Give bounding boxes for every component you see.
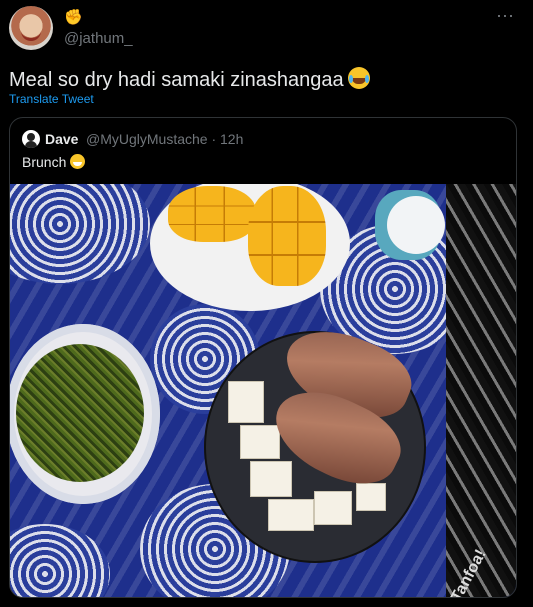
mango-half [168,186,256,242]
tweet-text-content: Meal so dry hadi samaki zinashangaa [9,69,344,91]
greens [16,344,144,482]
quoted-author-name[interactable]: Dave [45,131,78,147]
quoted-author-handle-time[interactable]: @MyUglyMustache · 12h [86,131,243,147]
tofu-piece [240,425,280,459]
quoted-tweet[interactable]: Dave @MyUglyMustache · 12h Brunch Tanfoa… [9,117,517,598]
tofu-piece [314,491,352,525]
tofu-piece [250,461,292,497]
tofu-piece [228,381,264,423]
more-options-icon[interactable]: ⋯ [496,6,515,27]
tablecloth-pattern [10,184,150,284]
tablecloth-pattern [10,524,110,597]
fish-plate [206,315,424,561]
laughing-emoji-icon [347,67,370,89]
mug [367,184,451,266]
quoted-author-avatar[interactable] [22,130,40,148]
printed-cloth: Tanfoa! [446,184,516,598]
author-handle[interactable]: @jathum_ [64,30,133,47]
mug-rim [387,196,445,254]
tweet: ✊ @jathum_ ⋯ Meal so dry hadi samaki zin… [0,0,533,607]
quoted-tweet-text-content: Brunch [22,154,67,170]
mango-half [248,186,326,286]
tweet-text: Meal so dry hadi samaki zinashangaa [9,64,370,92]
cloth-label: Tanfoa! [448,546,491,598]
tofu-piece [356,483,386,511]
tofu-piece [268,499,314,531]
author-avatar[interactable] [9,6,53,50]
grinning-emoji-icon [70,154,86,169]
quoted-tweet-text: Brunch [22,152,86,170]
fist-emoji-icon: ✊ [64,9,83,26]
tweet-photo[interactable]: Tanfoa! [10,184,516,598]
greens-plate [10,324,160,504]
translate-tweet-link[interactable]: Translate Tweet [9,92,94,106]
